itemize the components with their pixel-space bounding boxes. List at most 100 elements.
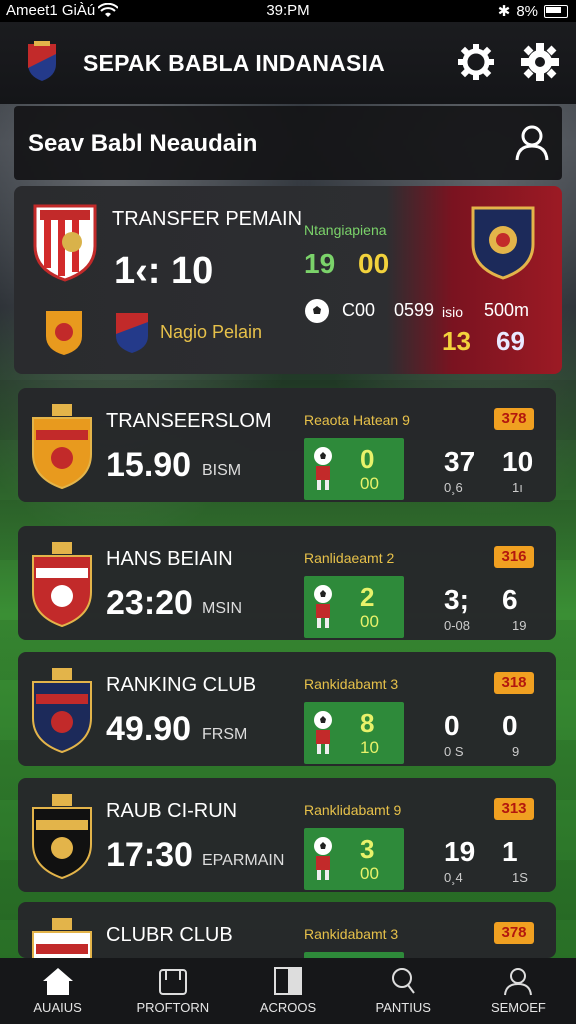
featured-stat: 500m — [484, 300, 530, 320]
stat-sub: 0 S — [444, 744, 464, 759]
match-title: CLUBR CLUB — [106, 924, 233, 946]
stat-value: 37 — [444, 446, 476, 477]
match-title: RAUB CI-RUN — [106, 800, 238, 822]
match-card[interactable]: RAUB CI-RUN 17:30 EPARMAIN Ranklidabamt … — [18, 778, 556, 892]
status-bar: Ameet1 GiÀú 39:PM ✱ 8% — [0, 0, 576, 22]
score-home: 2 — [360, 582, 375, 612]
nav-label: PROFTORN — [136, 1000, 210, 1015]
stat-sub: 9 — [512, 744, 520, 759]
nav-item-news[interactable]: ACROOS — [230, 958, 345, 1024]
bottom-navigation: AUAIUS PROFTORN ACROOS PANTIUS SEMOEF — [0, 958, 576, 1024]
match-card[interactable]: RANKING CLUB 49.90 FRSM Rankidabamt 3 8 … — [18, 652, 556, 766]
score-home: 8 — [360, 708, 375, 738]
featured-value-green: 19 — [304, 248, 336, 279]
match-subtitle: BISM — [202, 462, 242, 479]
battery-percent: 8% — [516, 2, 538, 20]
match-subtitle: EPARMAIN — [202, 852, 285, 869]
score-home: 0 — [360, 444, 375, 474]
nav-label: AUAIUS — [33, 1000, 82, 1015]
featured-stat: isio — [442, 304, 464, 320]
nav-item-search[interactable]: PANTIUS — [346, 958, 461, 1024]
stat-value: 0 — [502, 710, 518, 741]
nav-label: SEMOEF — [490, 1000, 546, 1015]
stat-sub: 0¸6 — [444, 480, 463, 495]
featured-transfer-card[interactable]: TRANSFER PEMAIN 1‹: 10 Nagio Pelain Ntan… — [14, 186, 562, 374]
stat-sub: 0¸4 — [444, 870, 463, 885]
match-league: Reaota Hatean 9 — [304, 412, 410, 428]
match-league: Rankidabamt 3 — [304, 926, 399, 942]
gear-icon[interactable] — [520, 42, 560, 82]
search-input[interactable]: Seav Babl Neaudain — [28, 130, 257, 158]
rank-badge: 313 — [494, 798, 534, 820]
club-shield-icon — [32, 668, 92, 754]
match-league: Ranklidabamt 9 — [304, 802, 402, 818]
match-card[interactable]: CLUBR CLUB Rankidabamt 3 378 — [18, 902, 556, 958]
news-icon — [274, 967, 302, 995]
club-logo-icon — [28, 41, 56, 81]
stat-value: 1 — [502, 836, 518, 867]
match-subtitle: FRSM — [202, 726, 248, 743]
featured-title: TRANSFER PEMAIN — [112, 208, 303, 230]
match-card[interactable]: TRANSEERSLOM 15.90 BISM Reaota Hatean 9 … — [18, 388, 556, 502]
player-icon — [314, 711, 332, 754]
match-league: Rankidabamt 3 — [304, 676, 399, 692]
nav-item-home[interactable]: AUAIUS — [0, 958, 115, 1024]
match-title: HANS BEIAIN — [106, 548, 233, 570]
bluetooth-icon: ✱ — [497, 3, 511, 20]
stat-value: 10 — [502, 446, 534, 477]
featured-subtitle: Nagio Pelain — [160, 322, 263, 342]
match-time: 15.90 — [106, 446, 192, 484]
match-time: 17:30 — [106, 836, 193, 874]
score-panel: 8 10 — [304, 702, 404, 764]
rank-badge: 378 — [494, 922, 534, 944]
match-time: 49.90 — [106, 710, 192, 748]
stat-sub: 1S — [512, 870, 528, 885]
user-icon — [504, 968, 533, 996]
stat-sub: 0-08 — [444, 618, 471, 633]
stat-value: 3; — [444, 584, 469, 615]
match-title: TRANSEERSLOM — [106, 410, 272, 432]
stat-value: 6 — [502, 584, 518, 615]
player-icon — [314, 585, 332, 628]
rank-badge: 316 — [494, 546, 534, 568]
score-home: 3 — [360, 834, 375, 864]
app-title: SEPAK BABLA INDANASIA — [83, 50, 385, 76]
score-away: 00 — [360, 612, 379, 631]
search-bar[interactable]: Seav Babl Neaudain — [14, 106, 562, 180]
match-card[interactable]: HANS BEIAIN 23:20 MSIN Ranlidaeamt 2 2 0… — [18, 526, 556, 640]
nav-label: ACROOS — [259, 1000, 317, 1015]
club-shield-icon — [32, 918, 92, 958]
featured-stat: 0599 — [394, 300, 435, 320]
user-search-icon[interactable] — [514, 124, 550, 162]
score-panel: 3 00 — [304, 828, 404, 890]
match-league: Ranlidaeamt 2 — [304, 550, 395, 566]
match-subtitle: MSIN — [202, 600, 242, 617]
featured-stat: C00 — [342, 300, 376, 320]
club-shield-icon — [32, 794, 92, 880]
score-away: 00 — [360, 474, 379, 493]
club-shield-icon — [33, 204, 97, 282]
app-header: SEPAK BABLA INDANASIA — [0, 22, 576, 104]
nav-label: PANTIUS — [375, 1000, 431, 1015]
stat-value: 0 — [444, 710, 460, 741]
club-badge-icon — [116, 313, 148, 353]
club-shield-icon — [32, 404, 92, 490]
match-time: 23:20 — [106, 584, 193, 622]
club-shield-icon — [32, 542, 92, 628]
nav-item-profile[interactable]: PROFTORN — [115, 958, 230, 1024]
score-panel: 0 00 — [304, 438, 404, 500]
settings-gear-icon[interactable] — [456, 42, 496, 82]
score-panel: 2 00 — [304, 576, 404, 638]
nav-item-user[interactable]: SEMOEF — [461, 958, 576, 1024]
stat-value: 19 — [444, 836, 476, 867]
profile-icon — [158, 969, 187, 995]
soccer-ball-icon — [305, 299, 329, 323]
stat-sub: 1ı — [512, 480, 523, 495]
featured-red-value: 13 — [442, 326, 471, 356]
featured-red-value: 69 — [496, 326, 525, 356]
player-icon — [314, 447, 332, 490]
home-icon — [42, 968, 73, 995]
score-away: 00 — [360, 864, 379, 883]
search-icon — [392, 968, 416, 994]
match-title: RANKING CLUB — [106, 674, 257, 696]
